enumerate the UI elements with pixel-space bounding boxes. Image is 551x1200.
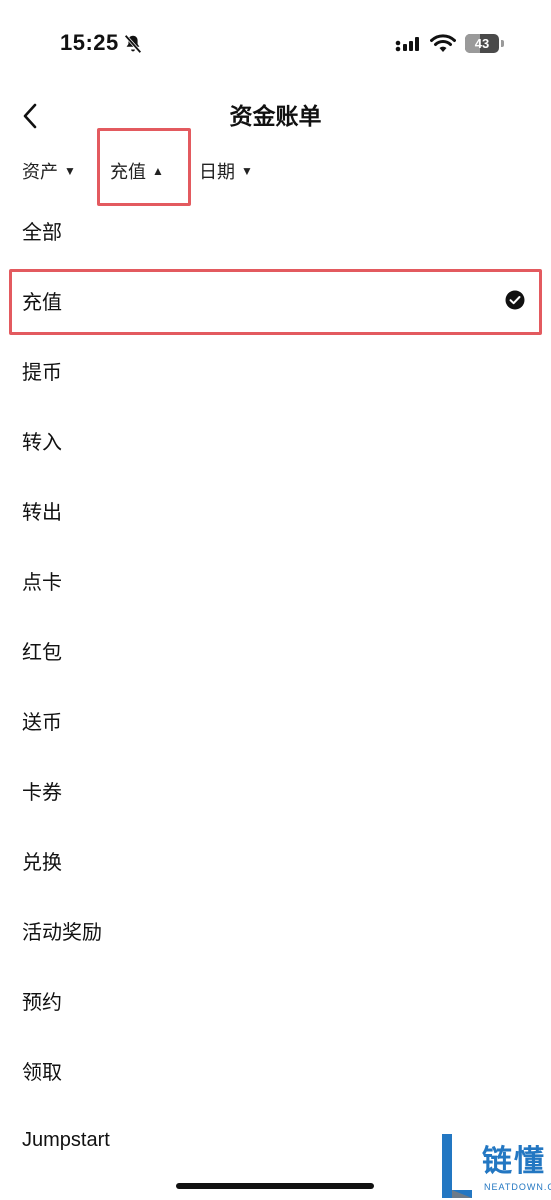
option-label: 红包	[22, 641, 62, 664]
option-label: 转入	[22, 431, 62, 454]
option-withdraw[interactable]: 提币	[0, 335, 551, 405]
option-activity-reward[interactable]: 活动奖励	[0, 895, 551, 965]
option-claim[interactable]: 领取	[0, 1035, 551, 1105]
option-gift-coin[interactable]: 送币	[0, 685, 551, 755]
watermark-subtext: NEATDOWN.COM	[484, 1182, 551, 1192]
option-voucher[interactable]: 卡券	[0, 755, 551, 825]
option-label: 转出	[22, 501, 62, 524]
page-title: 资金账单	[229, 103, 322, 129]
status-bar: 15:25 43	[0, 0, 551, 90]
option-red-packet[interactable]: 红包	[0, 615, 551, 685]
option-label: 活动奖励	[22, 921, 102, 944]
option-point-card[interactable]: 点卡	[0, 545, 551, 615]
option-reservation[interactable]: 预约	[0, 965, 551, 1035]
cellular-signal-icon	[395, 37, 419, 52]
chevron-left-icon	[23, 103, 37, 129]
back-button[interactable]	[12, 98, 48, 134]
option-label: 卡券	[22, 781, 62, 804]
filter-date[interactable]: 日期 ▼	[199, 158, 253, 184]
option-label: 全部	[22, 221, 62, 244]
battery-indicator: 43	[465, 34, 505, 54]
status-time: 15:25	[60, 30, 119, 55]
option-label: Jumpstart	[22, 1128, 110, 1151]
filter-date-label: 日期	[199, 162, 235, 182]
bell-muted-icon	[124, 34, 142, 54]
annotation-highlight-selected-option	[9, 269, 542, 335]
option-label: 提币	[22, 361, 62, 384]
option-label: 领取	[22, 1061, 62, 1084]
option-label: 送币	[22, 711, 62, 734]
filter-asset[interactable]: 资产 ▼	[22, 158, 76, 184]
option-convert[interactable]: 兑换	[0, 825, 551, 895]
option-transfer-in[interactable]: 转入	[0, 405, 551, 475]
battery-level: 43	[474, 36, 490, 51]
logo-letter-l-icon	[442, 1134, 472, 1198]
option-label: 点卡	[22, 571, 62, 594]
filter-asset-label: 资产	[22, 162, 58, 182]
caret-down-icon: ▼	[241, 164, 253, 178]
watermark-logo: 链懂 NEATDOWN.COM	[434, 1130, 551, 1200]
option-label: 预约	[22, 991, 62, 1014]
type-option-list: 全部 充值 提币 转入 转出 点卡 红包 送币 卡券 兑换 活动奖励 预约 领取…	[0, 195, 551, 1175]
option-label: 兑换	[22, 851, 62, 874]
home-indicator[interactable]	[176, 1183, 374, 1189]
watermark-text: 链懂	[482, 1145, 546, 1178]
caret-down-icon: ▼	[64, 164, 76, 178]
option-transfer-out[interactable]: 转出	[0, 475, 551, 545]
wifi-icon	[430, 34, 456, 52]
option-all[interactable]: 全部	[0, 195, 551, 265]
